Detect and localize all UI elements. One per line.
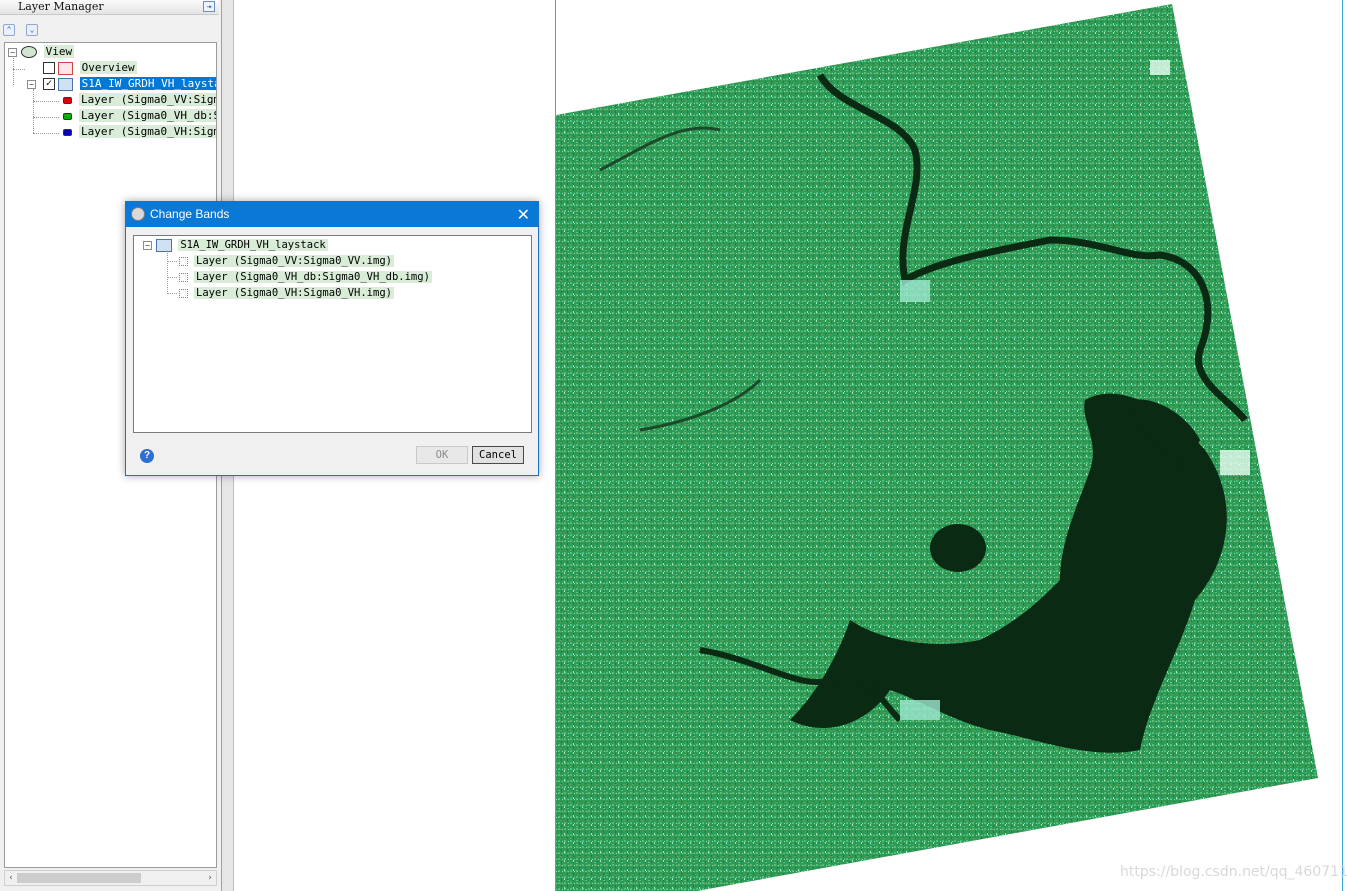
move-up-button[interactable]: ⌃ xyxy=(3,24,15,36)
band-item-vh-db[interactable]: Layer (Sigma0_VH_db:Sigma0_VH_db.img) xyxy=(194,270,432,284)
band-item-vh-db-label: Layer (Sigma0_VH_db:Sigma0_VH_db.img) xyxy=(194,271,432,283)
red-band-icon xyxy=(63,97,72,104)
band-checkbox-vh[interactable] xyxy=(179,289,188,298)
band-checkbox-vh-db[interactable] xyxy=(179,273,188,282)
tree-item-view[interactable]: View xyxy=(21,45,75,59)
dialog-title-bar[interactable]: Change Bands ✕ xyxy=(126,202,538,227)
watermark: https://blog.csdn.net/qq_46071146 xyxy=(1120,864,1347,880)
dataset-checkbox[interactable]: ✓ xyxy=(43,78,55,90)
app-icon xyxy=(131,207,145,221)
expand-view-toggle[interactable]: − xyxy=(8,48,17,57)
tree-item-view-label: View xyxy=(43,45,75,58)
canvas-border-right xyxy=(1342,0,1343,891)
expand-dataset-toggle[interactable]: − xyxy=(143,241,152,250)
band-tree: − S1A_IW_GRDH_VH_laystack Layer (Sigma0_… xyxy=(133,235,532,433)
eye-icon xyxy=(21,46,37,58)
band-item-vh[interactable]: Layer (Sigma0_VH:Sigma0_VH.img) xyxy=(194,286,394,300)
green-band-icon xyxy=(63,113,72,120)
band-tree-root[interactable]: S1A_IW_GRDH_VH_laystack xyxy=(156,238,328,252)
pin-icon[interactable]: ⇥ xyxy=(203,1,215,12)
overview-checkbox[interactable] xyxy=(43,62,55,74)
overview-icon xyxy=(58,61,73,75)
tree-item-dataset[interactable]: S1A_IW_GRDH_VH_laystack xyxy=(58,77,216,91)
raster-icon xyxy=(156,238,172,252)
dialog-title: Change Bands xyxy=(150,207,230,221)
band-tree-root-label: S1A_IW_GRDH_VH_laystack xyxy=(178,239,328,251)
scrollbar-thumb[interactable] xyxy=(17,873,141,883)
band-item-vv[interactable]: Layer (Sigma0_VV:Sigma0_VV.img) xyxy=(194,254,394,268)
tree-item-overview-label: Overview xyxy=(79,61,137,74)
raster-icon xyxy=(58,77,73,91)
ok-button[interactable]: OK xyxy=(416,446,468,464)
blue-band-icon xyxy=(63,129,72,136)
band-item-vv-label: Layer (Sigma0_VV:Sigma0_VV.img) xyxy=(194,255,394,267)
scroll-right-icon[interactable]: › xyxy=(204,871,216,885)
layer-manager-title: Layer Manager xyxy=(18,0,104,13)
tree-item-layer-vh[interactable]: Layer (Sigma0_VH:Sigma0 xyxy=(79,125,216,139)
help-icon[interactable]: ? xyxy=(140,449,154,463)
layer-vh-label: Layer (Sigma0_VH:Sigma0 xyxy=(79,125,216,138)
canvas-border-left xyxy=(555,0,556,891)
scroll-left-icon[interactable]: ‹ xyxy=(5,871,17,885)
cancel-button[interactable]: Cancel xyxy=(472,446,524,464)
tree-item-overview[interactable]: Overview xyxy=(58,61,137,75)
layer-manager-title-bar: Layer Manager ⇥ xyxy=(0,0,219,15)
tree-item-layer-vh-db[interactable]: Layer (Sigma0_VH_db:Si xyxy=(79,109,216,123)
tree-item-dataset-label: S1A_IW_GRDH_VH_laystack xyxy=(79,77,216,90)
band-item-vh-label: Layer (Sigma0_VH:Sigma0_VH.img) xyxy=(194,287,394,299)
change-bands-dialog: Change Bands ✕ − S1A_IW_GRDH_VH_laystack… xyxy=(125,201,539,476)
expand-dataset-toggle[interactable]: − xyxy=(27,80,36,89)
move-down-button[interactable]: ⌄ xyxy=(26,24,38,36)
layer-vv-label: Layer (Sigma0_VV:Sigma0 xyxy=(79,93,216,106)
layer-vh-db-label: Layer (Sigma0_VH_db:Si xyxy=(79,109,216,122)
horizontal-scrollbar[interactable]: ‹ › xyxy=(4,870,217,886)
band-checkbox-vv[interactable] xyxy=(179,257,188,266)
tree-item-layer-vv[interactable]: Layer (Sigma0_VV:Sigma0 xyxy=(79,93,216,107)
close-icon[interactable]: ✕ xyxy=(517,205,530,224)
